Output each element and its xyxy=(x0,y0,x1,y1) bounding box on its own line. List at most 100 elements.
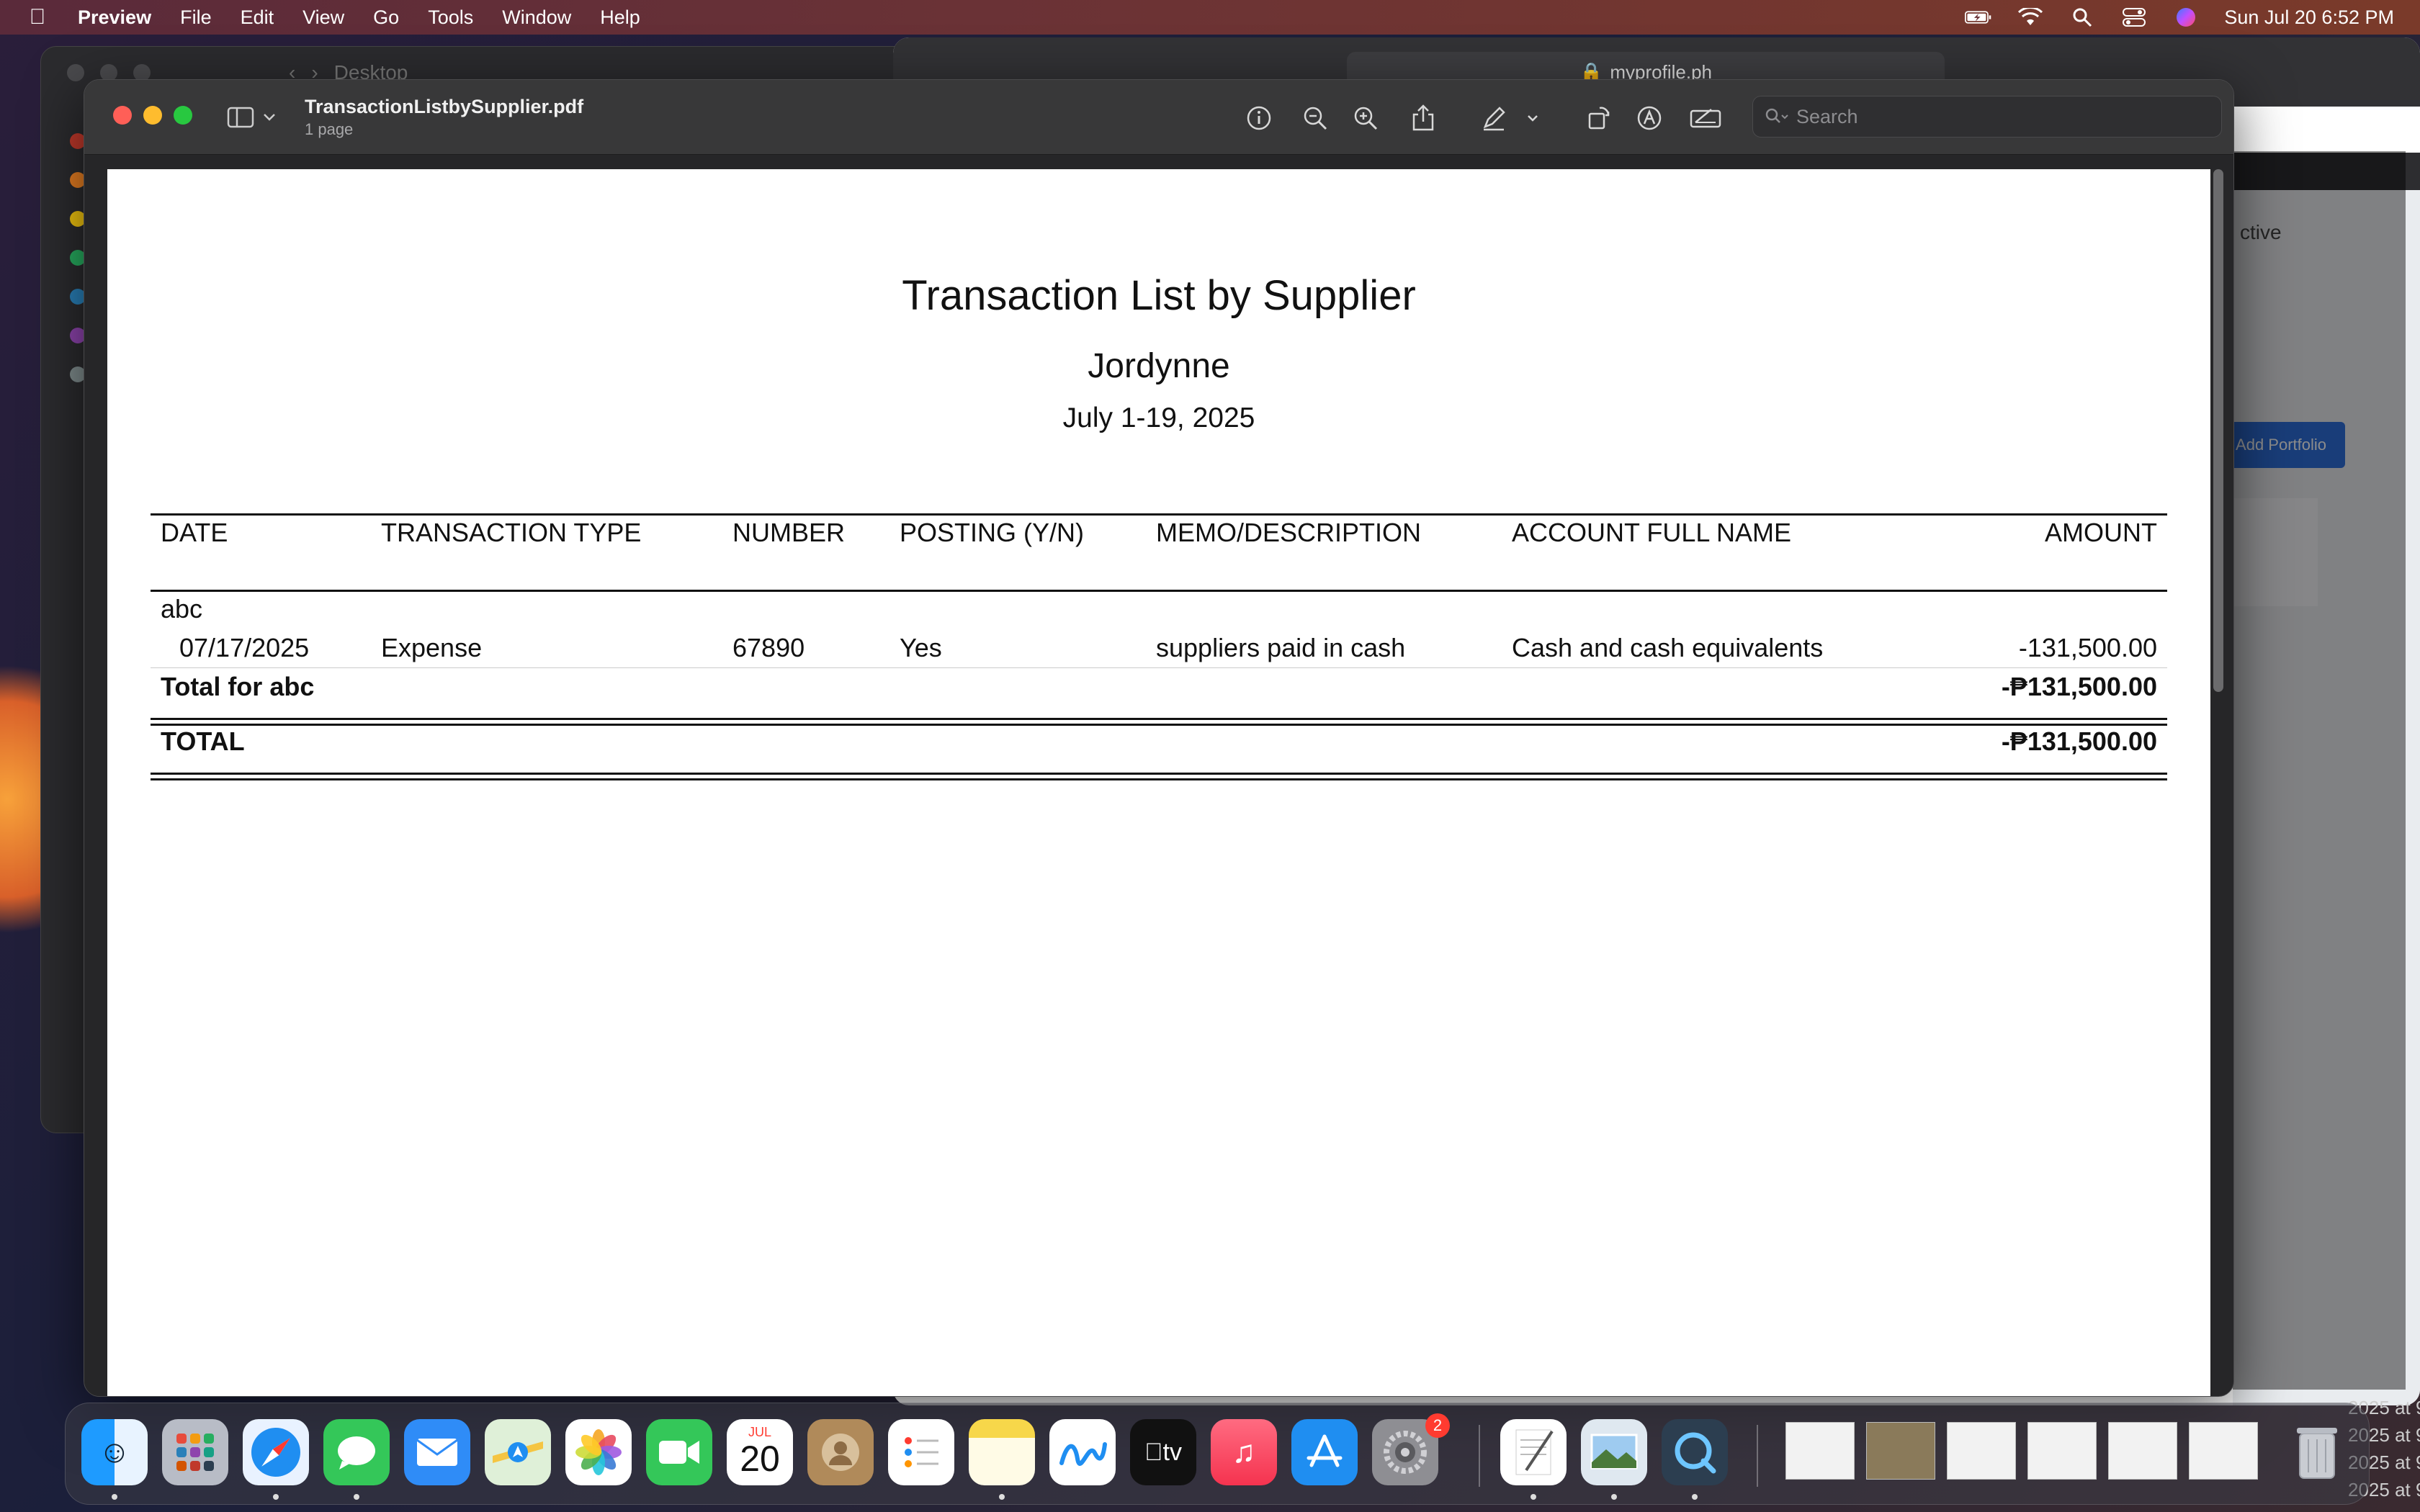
menu-clock[interactable]: Sun Jul 20 6:52 PM xyxy=(2224,6,2394,29)
search-field[interactable] xyxy=(1752,96,2222,138)
menu-view[interactable]: View xyxy=(302,6,344,29)
total-bottom-rule-1 xyxy=(151,773,2167,775)
report-title: Transaction List by Supplier xyxy=(902,272,1416,319)
header-bottom-rule xyxy=(151,590,2167,592)
messages-icon[interactable] xyxy=(323,1419,390,1485)
form-fill-icon xyxy=(1690,109,1721,128)
column-header-transaction-type: TRANSACTION TYPE xyxy=(381,518,642,547)
apple-logo-icon:  xyxy=(1144,1439,1163,1467)
menu-window[interactable]: Window xyxy=(502,6,571,29)
textedit-icon[interactable] xyxy=(1500,1419,1567,1485)
running-indicator xyxy=(1531,1494,1536,1500)
mail-icon[interactable] xyxy=(404,1419,470,1485)
menu-tools[interactable]: Tools xyxy=(428,6,473,29)
preview-app-icon[interactable] xyxy=(1581,1419,1647,1485)
column-header-posting: POSTING (Y/N) xyxy=(900,518,1085,547)
window-controls xyxy=(113,106,192,125)
finder-icon[interactable]: ☺ xyxy=(81,1419,148,1485)
zoom-in-button[interactable] xyxy=(1348,102,1384,135)
notes-icon[interactable] xyxy=(969,1419,1035,1485)
menu-file[interactable]: File xyxy=(180,6,212,29)
running-indicator xyxy=(1692,1494,1698,1500)
app-store-icon[interactable] xyxy=(1291,1419,1358,1485)
zoom-out-icon xyxy=(1304,107,1327,130)
row-number: 67890 xyxy=(732,633,805,662)
finder-close-dot xyxy=(67,64,84,81)
photos-icon[interactable] xyxy=(565,1419,632,1485)
menu-bar:  Preview File Edit View Go Tools Window… xyxy=(0,0,2420,35)
pdf-page: Transaction List by Supplier Jordynne Ju… xyxy=(107,169,2210,1396)
menu-help[interactable]: Help xyxy=(600,6,640,29)
menu-app-name[interactable]: Preview xyxy=(78,6,151,29)
highlight-options-button[interactable] xyxy=(1522,102,1543,135)
form-fill-button[interactable] xyxy=(1688,102,1724,135)
header-top-rule xyxy=(151,513,2167,516)
highlighter-icon xyxy=(1483,107,1505,131)
document-page-count: 1 page xyxy=(305,120,354,138)
row-amount: -131,500.00 xyxy=(2018,633,2157,662)
recent-document-thumbnail[interactable] xyxy=(2189,1422,2258,1480)
notification-badge: 2 xyxy=(1425,1413,1450,1438)
column-header-memo: MEMO/DESCRIPTION xyxy=(1156,518,1422,547)
trash-icon[interactable] xyxy=(2284,1419,2350,1485)
launchpad-icon[interactable] xyxy=(162,1419,228,1485)
recent-document-thumbnail[interactable] xyxy=(1785,1422,1855,1480)
sidebar-toggle-button[interactable] xyxy=(227,102,284,133)
freeform-icon[interactable] xyxy=(1049,1419,1116,1485)
report-period: July 1-19, 2025 xyxy=(1062,402,1255,433)
row-posting: Yes xyxy=(900,633,942,662)
battery-icon[interactable] xyxy=(1965,6,1992,28)
dim-overlay xyxy=(2233,151,2406,1390)
quicktime-icon[interactable] xyxy=(1662,1419,1728,1485)
recent-document-thumbnail[interactable] xyxy=(2108,1422,2177,1480)
document-title[interactable]: TransactionListbySupplier.pdf xyxy=(305,96,583,118)
apple-tv-icon[interactable]: tv xyxy=(1130,1419,1196,1485)
calendar-icon[interactable]: JUL 20 xyxy=(727,1419,793,1485)
document-canvas[interactable]: Transaction List by Supplier Jordynne Ju… xyxy=(84,155,2233,1396)
markup-button[interactable] xyxy=(1631,102,1667,135)
calendar-day: 20 xyxy=(740,1438,780,1479)
spotlight-search-icon[interactable] xyxy=(2069,6,2096,28)
maps-icon[interactable] xyxy=(485,1419,551,1485)
row-transaction-type: Expense xyxy=(381,633,483,662)
music-icon[interactable]: ♫ xyxy=(1211,1419,1277,1485)
search-input[interactable] xyxy=(1796,105,2200,128)
control-center-icon[interactable] xyxy=(2120,6,2148,28)
siri-icon[interactable] xyxy=(2172,6,2200,28)
total-top-rule-1 xyxy=(151,718,2167,720)
share-icon xyxy=(1412,104,1434,131)
preview-window[interactable]: TransactionListbySupplier.pdf 1 page Sea… xyxy=(84,79,2234,1397)
share-button[interactable] xyxy=(1405,102,1441,135)
report-company: Jordynne xyxy=(1088,347,1230,385)
running-indicator xyxy=(999,1494,1005,1500)
zoom-out-button[interactable] xyxy=(1297,102,1333,135)
row-memo: suppliers paid in cash xyxy=(1156,633,1406,662)
highlight-button[interactable] xyxy=(1476,102,1512,135)
reminders-icon[interactable] xyxy=(888,1419,954,1485)
info-button[interactable] xyxy=(1241,102,1277,135)
vertical-scrollbar[interactable] xyxy=(2213,169,2223,692)
contacts-icon[interactable] xyxy=(807,1419,874,1485)
minimize-button[interactable] xyxy=(143,106,162,125)
facetime-icon[interactable] xyxy=(646,1419,712,1485)
column-header-date: DATE xyxy=(161,518,228,547)
menu-go[interactable]: Go xyxy=(373,6,399,29)
recent-document-thumbnail[interactable] xyxy=(1866,1422,1935,1480)
menu-edit[interactable]: Edit xyxy=(241,6,274,29)
wifi-icon[interactable] xyxy=(2017,6,2044,28)
column-header-account: ACCOUNT FULL NAME xyxy=(1512,518,1792,547)
recent-document-thumbnail[interactable] xyxy=(2027,1422,2097,1480)
safari-icon[interactable] xyxy=(243,1419,309,1485)
grand-total-label: TOTAL xyxy=(161,726,245,756)
search-icon xyxy=(1765,108,1788,123)
tv-label: tv xyxy=(1153,1438,1182,1466)
recent-document-thumbnail[interactable] xyxy=(1947,1422,2016,1480)
chevron-down-icon xyxy=(1528,115,1538,122)
rotate-button[interactable] xyxy=(1581,102,1617,135)
grand-total-amount: -₱131,500.00 xyxy=(2001,726,2157,756)
close-button[interactable] xyxy=(113,106,132,125)
running-indicator xyxy=(273,1494,279,1500)
zoom-button[interactable] xyxy=(174,106,192,125)
row-divider xyxy=(151,667,2167,668)
apple-menu-icon[interactable]:  xyxy=(22,0,53,35)
